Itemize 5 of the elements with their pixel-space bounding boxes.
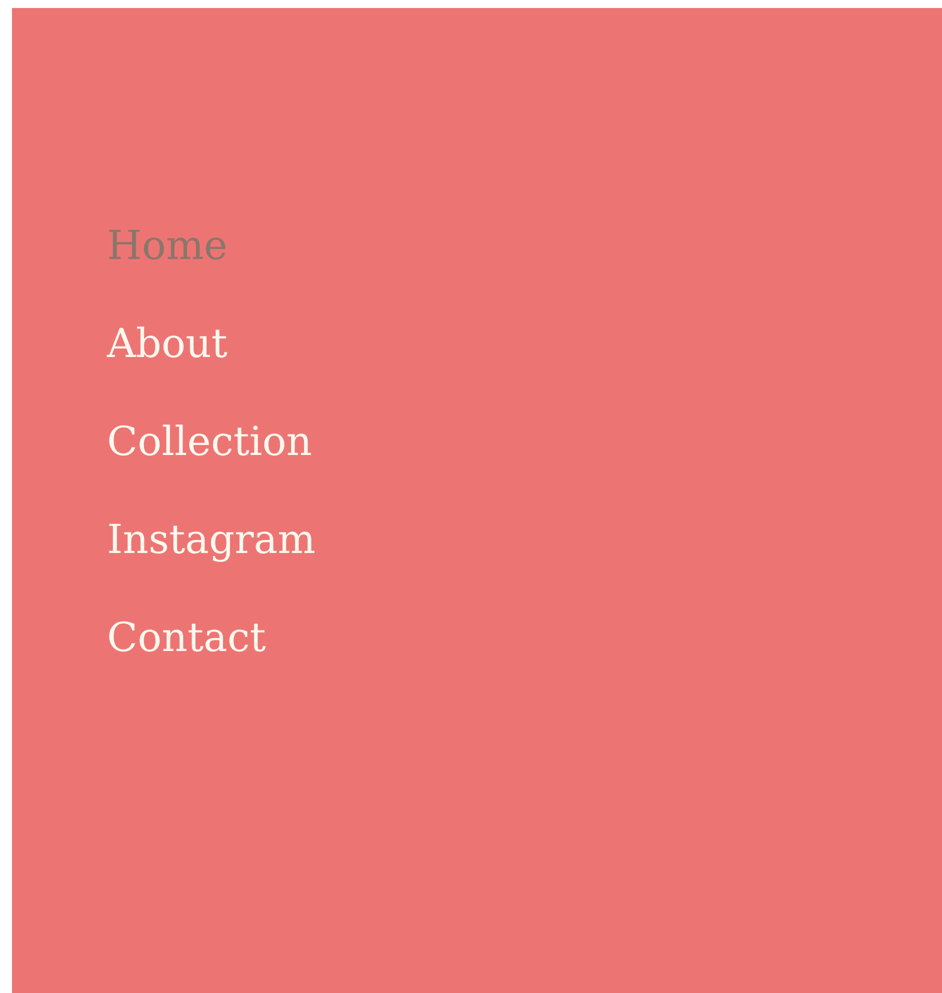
menu-link[interactable]: Contact [107,612,266,664]
menu-link[interactable]: About [107,318,228,370]
menu-link[interactable]: Home [107,220,228,272]
menu-link[interactable]: Instagram [107,514,316,566]
menu-link[interactable]: Collection [107,416,312,468]
